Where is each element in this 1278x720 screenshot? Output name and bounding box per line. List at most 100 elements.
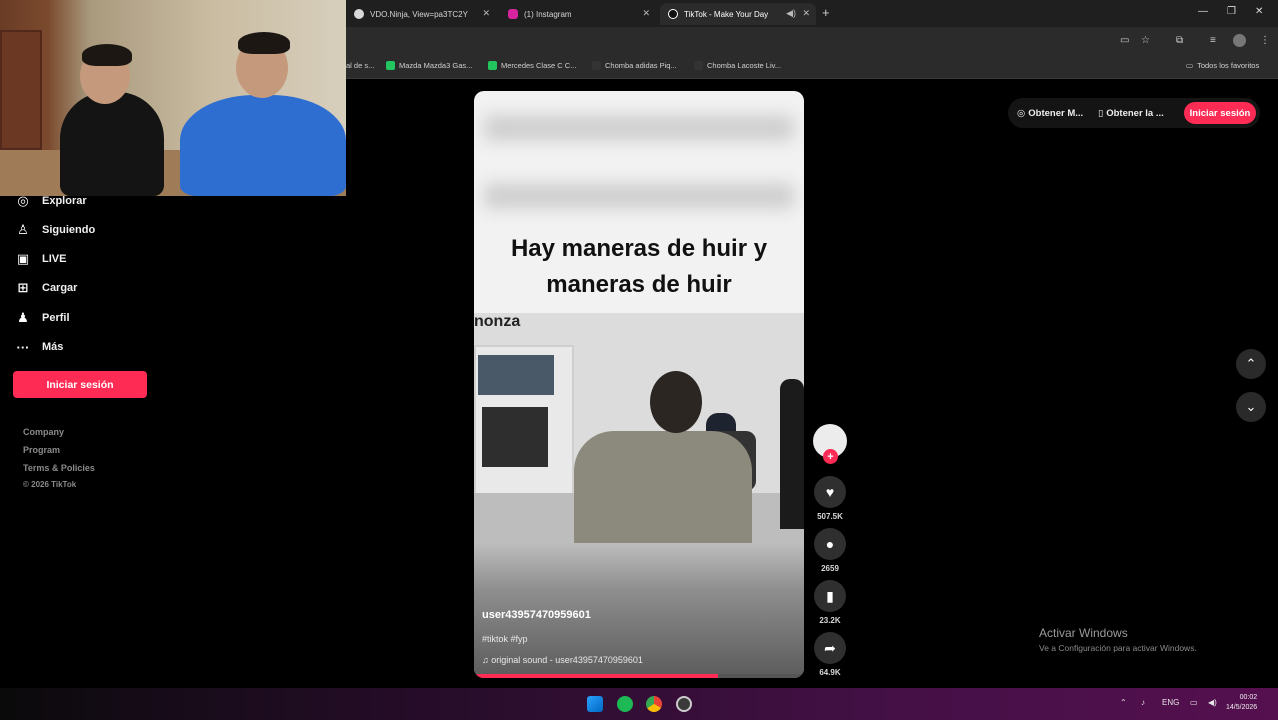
bookmark-item[interactable]: Chomba Lacoste Liv... (694, 61, 781, 70)
bookmark-item[interactable]: Mazda Mazda3 Gas... (386, 61, 472, 70)
footer-copyright: © 2026 TikTok (23, 480, 77, 489)
sidebar-item-cargar[interactable]: ⊞ Cargar (14, 278, 78, 298)
person-right-body (180, 95, 346, 196)
windows-start-icon[interactable] (587, 696, 603, 712)
microphone-icon[interactable]: ♪ (1141, 698, 1145, 707)
person-left-body (60, 92, 164, 196)
tab-title: TikTok - Make Your Day (684, 9, 769, 19)
like-action[interactable]: ♥ 507.5K (813, 476, 847, 521)
coin-icon: ◎ (1017, 107, 1026, 119)
footer-program[interactable]: Program (23, 445, 60, 455)
video-sound[interactable]: ♫ original sound - user43957470959601 (482, 655, 643, 665)
tab-vdo-ninja[interactable]: VDO.Ninja, View=pa3TC2Y ✕ (346, 3, 496, 25)
truck-windshield (478, 355, 554, 395)
get-app-label: Obtener M... (1028, 107, 1084, 119)
tray-chevron-icon[interactable]: ⌃ (1120, 698, 1127, 707)
heart-icon[interactable]: ♥ (814, 476, 846, 508)
chrome-icon[interactable] (646, 696, 662, 712)
extensions-icon[interactable]: ⧉ (1176, 35, 1183, 46)
all-bookmarks-label: Todos los favoritos (1197, 61, 1260, 70)
video-username[interactable]: user43957470959601 (482, 609, 591, 621)
sidebar-item-mas[interactable]: ··· Más (14, 337, 64, 357)
get-desktop-app-button[interactable]: ▯ Obtener la ... (1098, 102, 1164, 124)
new-tab-icon[interactable]: + (822, 5, 830, 20)
video-hashtags[interactable]: #tiktok #fyp (482, 634, 528, 644)
next-video-button[interactable]: ⌄ (1236, 392, 1266, 422)
tab-title: VDO.Ninja, View=pa3TC2Y (370, 9, 468, 19)
folder-icon: ▭ (1186, 61, 1194, 70)
sidebar-item-label: Explorar (42, 195, 87, 207)
comment-icon[interactable]: ● (814, 528, 846, 560)
man-head (650, 371, 702, 433)
video-player[interactable]: Hay maneras de huir y maneras de huir no… (474, 91, 804, 678)
sidebar-item-label: Perfil (42, 312, 70, 324)
bookmark-favicon-icon (592, 61, 601, 70)
volume-icon[interactable]: ◀) (1208, 698, 1217, 707)
bookmark-item[interactable]: Chomba adidas Piq... (592, 61, 677, 70)
comment-action[interactable]: ● 2659 (813, 528, 847, 573)
minimize-icon[interactable]: — (1198, 6, 1208, 17)
spotify-icon[interactable] (617, 696, 633, 712)
save-action[interactable]: ▮ 23.2K (813, 580, 847, 625)
webcam-door (0, 30, 42, 150)
share-action[interactable]: ➦ 64.9K (813, 632, 847, 677)
tab-title: (1) Instagram (524, 9, 572, 19)
all-bookmarks[interactable]: ▭ Todos los favoritos (1186, 61, 1259, 70)
menu-icon[interactable]: ⋮ (1260, 35, 1270, 46)
sound-label: original sound - user43957470959601 (491, 655, 643, 665)
star-icon[interactable]: ☆ (1141, 35, 1150, 46)
previous-video-button[interactable]: ⌃ (1236, 349, 1266, 379)
maximize-icon[interactable]: ❐ (1227, 6, 1236, 17)
close-tab-icon[interactable]: ✕ (802, 8, 810, 19)
taskbar-clock[interactable]: 00:02 14/5/2026 (1226, 693, 1257, 713)
bookmark-item[interactable]: al de s... (346, 61, 374, 70)
officer (780, 379, 804, 529)
caption-line: maneras de huir (546, 271, 732, 298)
blurred-text (484, 115, 794, 141)
user-follow-icon: ♙ (17, 222, 29, 237)
speaker-icon[interactable]: ◀) (786, 8, 796, 19)
video-caption: Hay maneras de huir y maneras de huir (474, 231, 804, 303)
comment-count: 2659 (821, 564, 839, 573)
login-button-sidebar[interactable]: Iniciar sesión (13, 371, 147, 398)
music-note-icon: ♫ (482, 655, 492, 665)
cast-icon[interactable]: ▭ (1120, 35, 1129, 46)
like-count: 507.5K (817, 512, 843, 521)
sidebar-item-perfil[interactable]: ♟ Perfil (14, 308, 70, 328)
profile-avatar-icon[interactable] (1233, 34, 1246, 47)
instagram-icon (508, 9, 518, 19)
language-indicator[interactable]: ENG (1162, 698, 1179, 707)
get-app-button[interactable]: ◎ Obtener M... (1017, 102, 1083, 124)
video-progress-bar[interactable] (474, 674, 804, 678)
sidebar-item-live[interactable]: ▣ LIVE (14, 249, 67, 269)
share-arrow-icon[interactable]: ➦ (814, 632, 846, 664)
tab-tiktok[interactable]: TikTok - Make Your Day ◀) ✕ (660, 3, 816, 25)
app-icon[interactable] (676, 696, 692, 712)
footer-company[interactable]: Company (23, 427, 64, 437)
bookmark-icon[interactable]: ▮ (814, 580, 846, 612)
footer-terms[interactable]: Terms & Policies (23, 463, 95, 473)
sidebar-item-label: Siguiendo (42, 224, 96, 236)
sidepanel-icon[interactable]: ≡ (1210, 35, 1216, 46)
windows-taskbar: ⌃ ♪ ENG ▭ ◀) 00:02 14/5/2026 (0, 688, 1278, 720)
sidebar-item-label: LIVE (42, 253, 67, 265)
close-tab-icon[interactable]: ✕ (642, 8, 650, 19)
blurred-text (484, 183, 794, 209)
sidebar-item-label: Más (42, 341, 64, 353)
save-count: 23.2K (819, 616, 841, 625)
tab-instagram[interactable]: (1) Instagram ✕ (500, 3, 656, 25)
network-icon[interactable]: ▭ (1190, 698, 1198, 707)
bookmark-label: al de s... (346, 61, 375, 70)
bookmark-label: Chomba Lacoste Liv... (707, 61, 782, 70)
phone-icon: ▯ (1098, 107, 1104, 119)
close-window-icon[interactable]: ✕ (1255, 6, 1263, 17)
video-scene: nonza (474, 313, 804, 543)
bookmark-item[interactable]: Mercedes Clase C C... (488, 61, 576, 70)
webcam-overlay (0, 0, 346, 196)
close-tab-icon[interactable]: ✕ (482, 8, 490, 19)
follow-plus-icon[interactable]: + (823, 449, 838, 464)
video-progress-fill (474, 674, 719, 678)
sidebar-item-siguiendo[interactable]: ♙ Siguiendo (14, 220, 95, 240)
chevron-down-icon: ⌄ (1245, 399, 1257, 414)
login-button-header[interactable]: Iniciar sesión (1184, 102, 1256, 124)
